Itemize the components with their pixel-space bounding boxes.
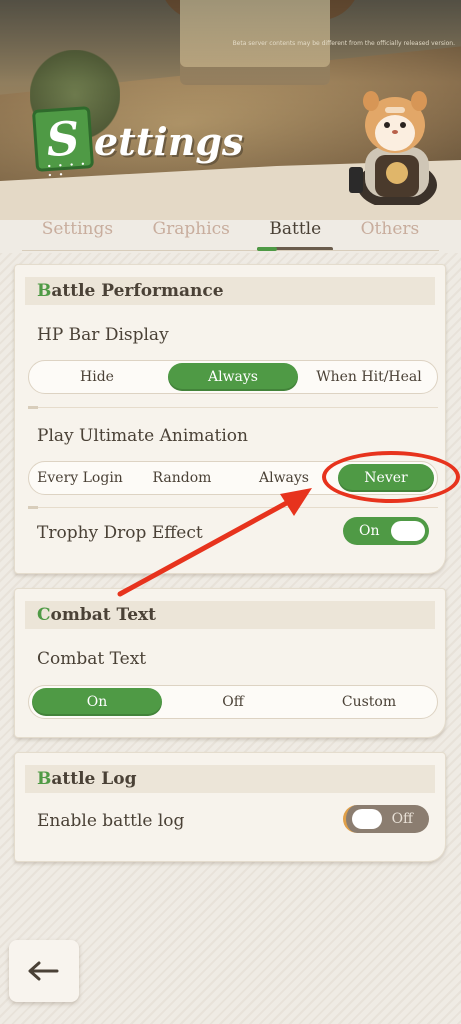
section-title-initial: B: [37, 769, 52, 789]
beta-notice: Beta server contents may be different fr…: [232, 40, 455, 47]
section-title: C ombat Text: [25, 601, 435, 629]
trophy-drop-effect-toggle[interactable]: On: [343, 517, 429, 545]
tab-battle[interactable]: Battle: [257, 215, 333, 251]
section-title-text: attle Performance: [51, 281, 224, 301]
settings-tabs: Settings Graphics Battle Others: [0, 205, 461, 253]
ultimate-animation-label: Play Ultimate Animation: [37, 426, 248, 446]
row-divider: [28, 506, 438, 509]
back-arrow-icon: [28, 961, 59, 981]
section-title: B attle Performance: [25, 277, 435, 305]
toggle-knob: [391, 521, 425, 541]
title-initial: S: [44, 110, 82, 168]
back-button[interactable]: [9, 940, 79, 1002]
enable-battle-log-label: Enable battle log: [37, 811, 185, 831]
combat-text-option-on[interactable]: On: [32, 688, 162, 716]
hp-bar-display-label: HP Bar Display: [37, 325, 169, 345]
hp-bar-option-hide[interactable]: Hide: [32, 363, 162, 391]
section-title-initial: C: [37, 605, 51, 625]
battle-log-card: B attle Log Enable battle log Off: [14, 752, 446, 862]
hp-bar-display-selector: Hide Always When Hit/Heal: [28, 360, 438, 394]
title-logo-badge: S • • • • • •: [31, 106, 95, 180]
section-title: B attle Log: [25, 765, 435, 793]
toggle-state-text: Off: [391, 811, 413, 827]
section-title-initial: B: [37, 281, 52, 301]
title-text: ettings: [94, 119, 244, 164]
title-dots: • • • • • •: [46, 159, 88, 181]
ultimate-option-every-login[interactable]: Every Login: [32, 464, 128, 492]
trophy-drop-effect-label: Trophy Drop Effect: [37, 523, 203, 543]
ultimate-option-random[interactable]: Random: [134, 464, 230, 492]
tab-others[interactable]: Others: [355, 215, 426, 243]
battle-performance-card: B attle Performance HP Bar Display Hide …: [14, 264, 446, 574]
page-title: S • • • • • • ettings: [31, 106, 244, 180]
section-title-text: attle Log: [51, 769, 137, 789]
toggle-state-text: On: [359, 523, 380, 539]
combat-text-option-off[interactable]: Off: [168, 688, 298, 716]
combat-text-selector: On Off Custom: [28, 685, 438, 719]
hamster-character-illustration: [349, 91, 437, 205]
tab-divider: [22, 250, 439, 251]
enable-battle-log-toggle[interactable]: Off: [343, 805, 429, 833]
toggle-knob: [352, 809, 382, 829]
ultimate-option-always[interactable]: Always: [236, 464, 332, 492]
hp-bar-option-always[interactable]: Always: [168, 363, 298, 391]
row-divider: [28, 406, 438, 409]
section-title-text: ombat Text: [50, 605, 157, 625]
combat-text-option-custom[interactable]: Custom: [304, 688, 434, 716]
combat-text-card: C ombat Text Combat Text On Off Custom: [14, 588, 446, 738]
tab-graphics[interactable]: Graphics: [147, 215, 236, 243]
tab-settings[interactable]: Settings: [36, 215, 119, 243]
hp-bar-option-when-hit[interactable]: When Hit/Heal: [304, 363, 434, 391]
annotation-highlight-circle: [322, 451, 460, 503]
combat-text-label: Combat Text: [37, 649, 147, 669]
